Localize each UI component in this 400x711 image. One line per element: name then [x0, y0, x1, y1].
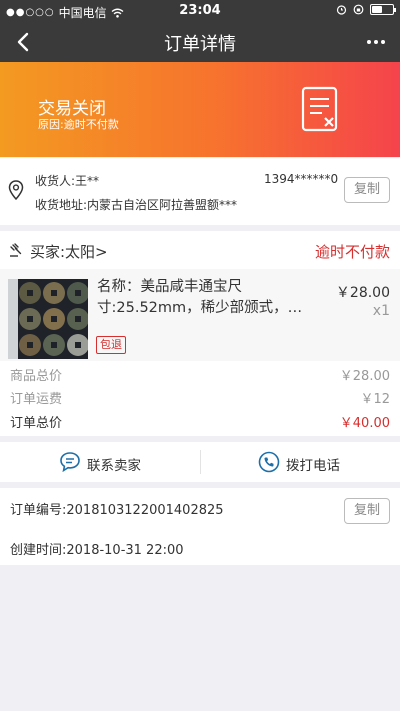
order-status-banner: 交易关闭 原因:逾时不付款	[0, 62, 400, 157]
battery-icon	[370, 4, 396, 15]
more-icon[interactable]	[362, 28, 390, 56]
close-reason: 原因:逾时不付款	[38, 118, 119, 131]
location-pin-icon	[8, 180, 24, 200]
contact-seller-button[interactable]: 联系卖家	[0, 442, 200, 482]
copy-order-number-button[interactable]: 复制	[344, 498, 390, 524]
buyer-name: 买家:太阳>	[30, 243, 108, 261]
subtotal-row: 商品总价 ￥28.00	[0, 363, 400, 384]
shipping-address-card: 收货人:王** 1394******0 收货地址:内蒙古自治区阿拉善盟额*** …	[0, 158, 400, 225]
return-guarantee-badge: 包退	[96, 336, 126, 354]
recipient-phone: 1394******0	[264, 172, 339, 186]
recipient-name: 收货人:王**	[35, 174, 100, 188]
order-info-card: 订单编号:2018103122001402825 复制 创建时间:2018-10…	[0, 488, 400, 565]
total-row: 订单总价 ￥40.00	[0, 410, 400, 431]
order-number: 订单编号:2018103122001402825	[10, 503, 224, 518]
nav-bar: 订单详情	[0, 22, 400, 62]
product-title: 名称：美品咸丰通宝尺寸:25.52mm，稀少部颁式，…	[97, 279, 303, 316]
auction-hammer-icon	[10, 243, 22, 257]
status-bar: ●●○○○ 中国电信 23:04	[0, 0, 400, 22]
call-label: 拨打电话	[286, 458, 340, 474]
shipping-row: 订单运费 ￥12	[0, 386, 400, 407]
subtotal-label: 商品总价	[10, 369, 63, 384]
order-created-time: 创建时间:2018-10-31 22:00	[10, 543, 184, 558]
contact-actions: 联系卖家 拨打电话	[0, 442, 400, 482]
alarm-icon	[336, 5, 347, 15]
total-value: ￥40.00	[339, 416, 390, 431]
document-close-icon	[301, 86, 338, 132]
total-label: 订单总价	[10, 416, 63, 431]
product-thumbnail	[8, 279, 88, 359]
subtotal-value: ￥28.00	[339, 369, 390, 384]
page-title: 订单详情	[164, 34, 236, 55]
chat-bubble-icon	[60, 452, 80, 473]
copy-address-button[interactable]: 复制	[344, 177, 390, 203]
order-close-state: 逾时不付款	[314, 243, 390, 261]
orientation-lock-icon	[353, 4, 364, 15]
product-item[interactable]: 名称：美品咸丰通宝尺寸:25.52mm，稀少部颁式，… ￥28.00 x1 包退	[0, 269, 400, 361]
call-button[interactable]: 拨打电话	[200, 442, 400, 482]
buyer-row[interactable]: 买家:太阳> 逾时不付款	[0, 231, 400, 269]
phone-icon	[258, 451, 280, 473]
recipient-address: 收货地址:内蒙古自治区阿拉善盟额***	[35, 198, 238, 212]
shipping-value: ￥12	[360, 392, 390, 407]
shipping-label: 订单运费	[10, 392, 63, 407]
price-summary: 商品总价 ￥28.00 订单运费 ￥12 订单总价 ￥40.00	[0, 361, 400, 436]
contact-seller-label: 联系卖家	[87, 458, 141, 474]
product-quantity: x1	[372, 303, 390, 319]
product-price: ￥28.00	[335, 285, 390, 301]
